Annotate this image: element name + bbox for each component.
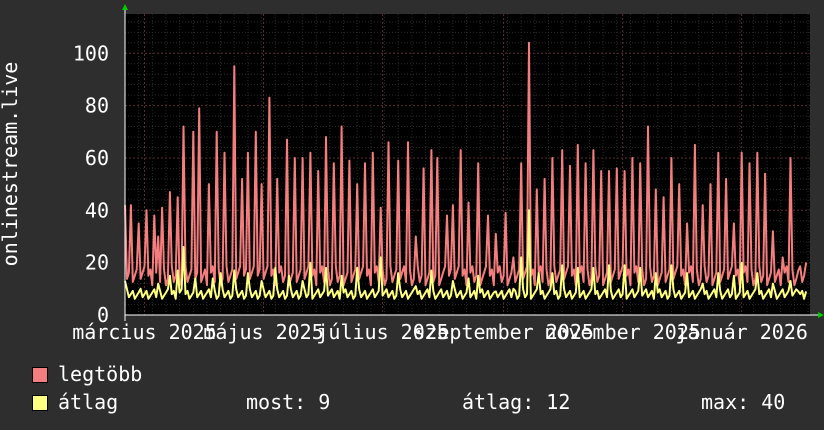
stat-average: átlag: 12 [462, 390, 571, 414]
y-tick-label: 40 [85, 198, 109, 222]
legend-label-max: legtöbb [58, 362, 143, 386]
x-axis-arrow [818, 312, 824, 318]
y-axis-arrow [122, 4, 128, 10]
legend-swatch-max [32, 367, 48, 383]
stat-max: max: 40 [701, 390, 786, 414]
y-axis-label: onlinestream.live [0, 62, 22, 267]
x-tick-label: május 2025 [203, 320, 323, 344]
stat-now: most: 9 [246, 390, 331, 414]
legend-swatch-avg [32, 395, 48, 411]
x-tick-label: január 2026 [675, 320, 807, 344]
y-tick-label: 80 [85, 94, 109, 118]
y-tick-label: 20 [85, 251, 109, 275]
legend-label-avg: átlag [58, 390, 119, 414]
y-tick-label: 60 [85, 146, 109, 170]
y-tick-label: 100 [73, 41, 109, 65]
x-tick-label: március 2025 [72, 320, 217, 344]
